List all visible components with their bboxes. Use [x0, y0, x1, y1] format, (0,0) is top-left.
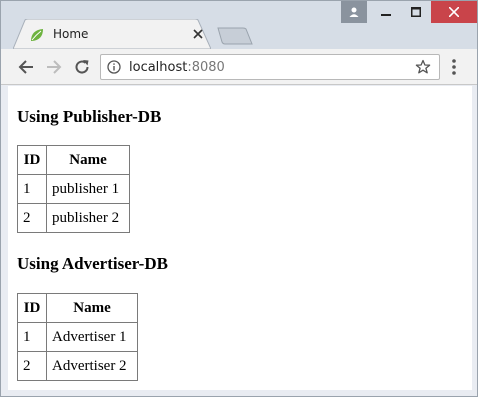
cell-id: 1	[17, 322, 47, 352]
cell-name: publisher 2	[46, 203, 130, 233]
column-header-name: Name	[46, 145, 130, 175]
table-header-row: ID Name	[17, 145, 130, 175]
minimize-button[interactable]	[371, 1, 401, 23]
cell-id: 2	[17, 351, 47, 381]
profile-button[interactable]	[341, 1, 367, 23]
maximize-icon	[411, 7, 421, 17]
table-header-row: ID Name	[17, 293, 138, 323]
url-host: localhost	[129, 60, 188, 75]
tab-title: Home	[53, 27, 89, 41]
section-heading-publisher: Using Publisher-DB	[17, 107, 162, 126]
window-controls	[341, 1, 477, 23]
back-button[interactable]	[16, 57, 36, 77]
maximize-button[interactable]	[401, 1, 431, 23]
cell-name: Advertiser 2	[46, 351, 138, 381]
reload-icon	[75, 60, 89, 74]
column-header-name: Name	[46, 293, 138, 323]
person-icon	[349, 7, 359, 17]
leaf-icon	[31, 29, 43, 41]
tab-home[interactable]: Home	[13, 19, 211, 49]
advertiser-table: ID Name 1 Advertiser 1 2 Advertiser 2	[17, 293, 138, 381]
url-port: :8080	[187, 60, 225, 75]
cell-id: 2	[17, 203, 47, 233]
minimize-icon	[381, 14, 391, 16]
publisher-table: ID Name 1 publisher 1 2 publisher 2	[17, 145, 130, 233]
info-icon[interactable]	[107, 60, 121, 74]
table-row: 2 publisher 2	[17, 203, 130, 233]
cell-name: Advertiser 1	[46, 322, 138, 352]
title-bar: Home	[1, 1, 477, 49]
forward-button[interactable]	[44, 57, 64, 77]
cell-name: publisher 1	[46, 174, 130, 204]
table-row: 2 Advertiser 2	[17, 351, 138, 381]
arrow-right-icon	[47, 60, 62, 74]
reload-button[interactable]	[72, 57, 92, 77]
browser-window: Home localhost:8080 Using Publisher-DB I…	[0, 0, 478, 397]
url-text[interactable]: localhost:8080	[129, 60, 225, 75]
kebab-menu-icon[interactable]	[447, 58, 461, 76]
page-content: Using Publisher-DB ID Name 1 publisher 1…	[8, 86, 472, 390]
address-bar[interactable]: localhost:8080	[100, 54, 440, 80]
column-header-id: ID	[17, 293, 47, 323]
close-icon	[449, 7, 459, 17]
close-window-button[interactable]	[431, 1, 477, 23]
section-heading-advertiser: Using Advertiser-DB	[17, 254, 168, 273]
table-row: 1 Advertiser 1	[17, 322, 138, 352]
arrow-left-icon	[18, 60, 33, 74]
cell-id: 1	[17, 174, 47, 204]
column-header-id: ID	[17, 145, 47, 175]
table-row: 1 publisher 1	[17, 174, 130, 204]
star-icon[interactable]	[415, 59, 431, 75]
browser-toolbar: localhost:8080	[1, 49, 477, 85]
new-tab-button[interactable]	[217, 27, 253, 45]
tab-close-icon[interactable]	[191, 27, 205, 41]
